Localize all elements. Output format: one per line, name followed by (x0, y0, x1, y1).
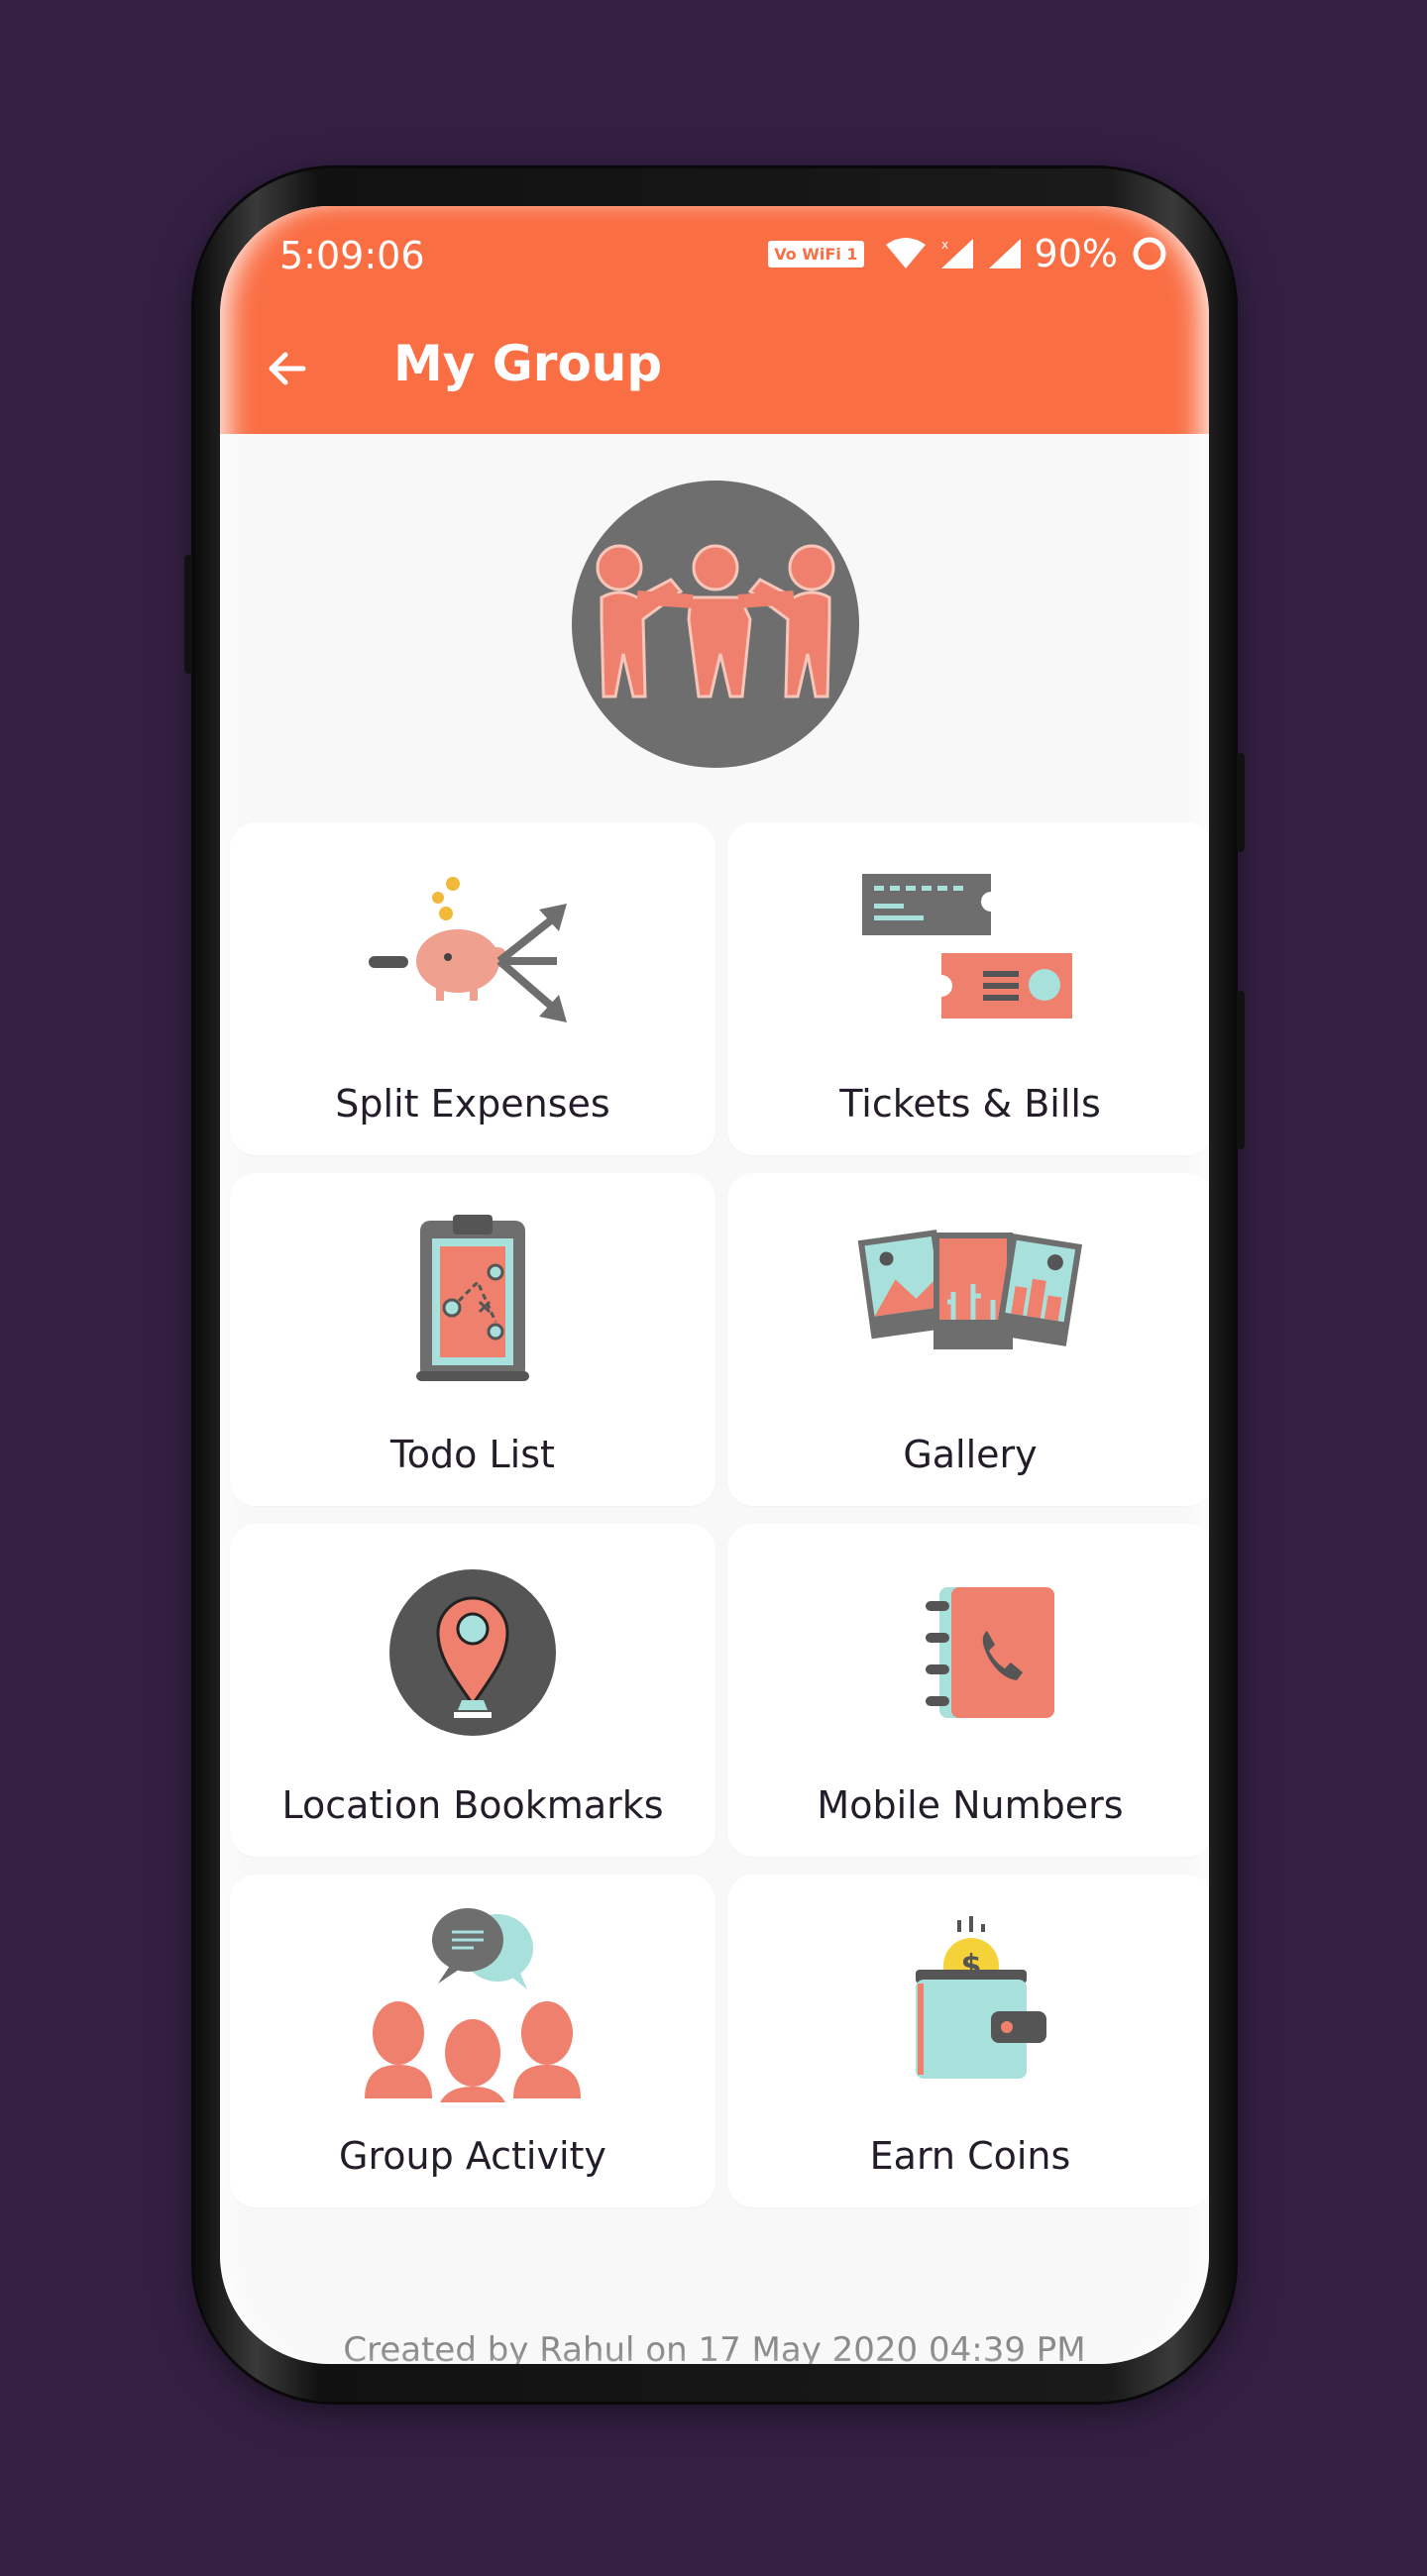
side-button (1237, 991, 1245, 1149)
battery-percent: 90% (1034, 232, 1118, 275)
group-chat-icon (365, 1908, 581, 2102)
clipboard-plan-icon (416, 1215, 529, 1381)
feature-grid: Split Expenses Tickets & Bills Todo List… (230, 822, 1209, 2207)
earn-coins-label: Earn Coins (869, 2134, 1071, 2178)
signal-icon-2 (988, 239, 1021, 268)
location-bookmarks-card[interactable]: Location Bookmarks (230, 1524, 715, 1857)
status-time: 5:09:06 (279, 234, 425, 277)
vowifi-badge: Vo WiFi 1 (768, 240, 864, 268)
photos-icon (857, 1230, 1083, 1349)
group-activity-card[interactable]: Group Activity (230, 1875, 715, 2207)
gallery-card[interactable]: Gallery (727, 1173, 1209, 1506)
gallery-label: Gallery (903, 1433, 1038, 1476)
earn-coins-card[interactable]: $ Earn Coins (727, 1875, 1209, 2207)
phone-book-icon (926, 1587, 1054, 1718)
location-pin-icon (389, 1569, 556, 1736)
status-icons: Vo WiFi 1 x 90% (768, 232, 1169, 275)
power-button (1237, 753, 1245, 852)
todo-list-card[interactable]: Todo List (230, 1173, 715, 1506)
tickets-icon (862, 874, 1072, 1019)
status-bar: 5:09:06 Vo WiFi 1 x 90% (220, 206, 1209, 305)
group-people-icon (572, 481, 859, 768)
phone-screen: 5:09:06 Vo WiFi 1 x 90% My Group Split E… (220, 206, 1209, 2364)
page-title: My Group (393, 335, 663, 392)
group-activity-label: Group Activity (339, 2134, 606, 2178)
tickets-bills-card[interactable]: Tickets & Bills (727, 822, 1209, 1155)
todo-list-label: Todo List (390, 1433, 555, 1476)
location-bookmarks-label: Location Bookmarks (281, 1783, 664, 1827)
signal-icon: x (940, 238, 973, 268)
svg-text:x: x (941, 238, 948, 252)
wifi-icon (885, 238, 926, 268)
created-by-footer: Created by Rahul on 17 May 2020 04:39 PM (343, 2330, 1086, 2364)
app-bar: My Group (220, 305, 1209, 434)
battery-ring-icon (1133, 237, 1166, 270)
mobile-numbers-label: Mobile Numbers (817, 1783, 1124, 1827)
split-expenses-card[interactable]: Split Expenses (230, 822, 715, 1155)
tickets-bills-label: Tickets & Bills (839, 1082, 1101, 1126)
mobile-numbers-card[interactable]: Mobile Numbers (727, 1524, 1209, 1857)
wallet-coin-icon: $ (916, 1916, 1046, 2079)
split-expenses-label: Split Expenses (335, 1082, 610, 1126)
piggy-bank-split-icon (369, 877, 567, 1022)
arrow-left-icon[interactable] (264, 345, 311, 392)
volume-button (184, 555, 192, 674)
